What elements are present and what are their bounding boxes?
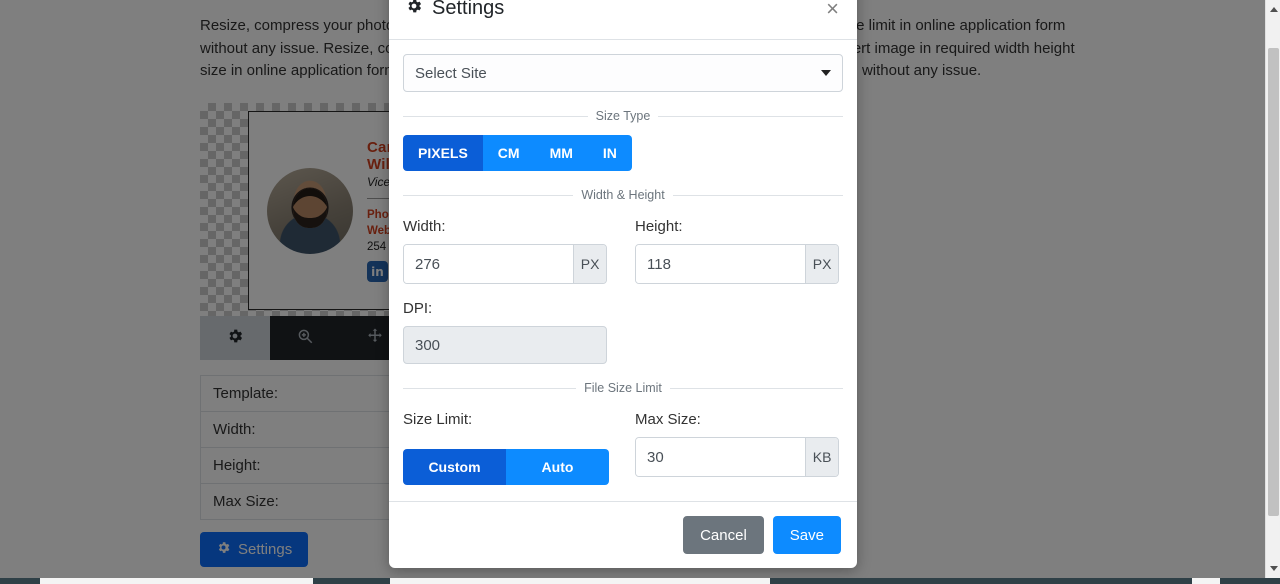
size-type-pixels-button[interactable]: PIXELS — [403, 135, 483, 171]
save-button[interactable]: Save — [773, 516, 841, 554]
scrollbar-thumb[interactable] — [1268, 48, 1279, 516]
height-input[interactable] — [636, 245, 805, 283]
select-site-value: Select Site — [415, 65, 487, 82]
size-limit-label: Size Limit: — [403, 411, 607, 428]
screen: Resize, compress your photo and your Sig… — [0, 0, 1280, 584]
size-limit-custom-button[interactable]: Custom — [403, 449, 506, 485]
scroll-up-icon[interactable] — [1266, 2, 1280, 17]
width-input-group: PX — [403, 244, 607, 284]
size-type-mm-button[interactable]: MM — [535, 135, 588, 171]
size-type-segmented-control: PIXELS CM MM IN — [403, 135, 632, 171]
max-size-unit-addon: KB — [805, 438, 838, 476]
modal-body: Select Site Size Type PIXELS CM MM IN Wi… — [389, 40, 857, 501]
gear-icon — [405, 0, 423, 21]
scroll-down-icon[interactable] — [1266, 561, 1280, 576]
vertical-scrollbar[interactable] — [1265, 0, 1280, 578]
max-size-field-group: Max Size: KB — [635, 411, 839, 485]
bottom-chrome-bar — [0, 578, 1280, 584]
size-type-legend: Size Type — [588, 109, 659, 123]
size-type-cm-button[interactable]: CM — [483, 135, 535, 171]
width-height-section: Width & Height Width: PX Height: PX — [403, 195, 843, 364]
close-icon[interactable]: × — [824, 0, 841, 20]
height-field-group: Height: PX — [635, 218, 839, 284]
width-field-group: Width: PX — [403, 218, 607, 284]
file-size-limit-legend: File Size Limit — [576, 381, 670, 395]
modal-header: Settings × — [389, 0, 857, 40]
dpi-input — [403, 326, 607, 364]
dpi-row: DPI: — [403, 300, 843, 364]
width-height-legend: Width & Height — [573, 188, 672, 202]
width-unit-addon: PX — [573, 245, 606, 283]
dpi-label: DPI: — [403, 300, 607, 317]
size-type-section: Size Type PIXELS CM MM IN — [403, 116, 843, 171]
settings-modal: Settings × Select Site Size Type PIXELS … — [389, 0, 857, 568]
max-size-input[interactable] — [636, 438, 805, 476]
dpi-field-group: DPI: — [403, 300, 607, 364]
file-size-limit-section: File Size Limit Size Limit: Custom Auto … — [403, 388, 843, 485]
max-size-label: Max Size: — [635, 411, 839, 428]
height-input-group: PX — [635, 244, 839, 284]
select-site-dropdown[interactable]: Select Site — [403, 54, 843, 92]
cancel-button[interactable]: Cancel — [683, 516, 764, 554]
size-type-in-button[interactable]: IN — [588, 135, 632, 171]
size-limit-auto-button[interactable]: Auto — [506, 449, 609, 485]
modal-footer: Cancel Save — [389, 501, 857, 568]
file-size-row: Size Limit: Custom Auto Max Size: KB — [403, 411, 843, 485]
width-label: Width: — [403, 218, 607, 235]
width-height-row: Width: PX Height: PX — [403, 218, 843, 284]
height-label: Height: — [635, 218, 839, 235]
size-limit-field-group: Size Limit: Custom Auto — [403, 411, 607, 485]
modal-title: Settings — [405, 0, 504, 21]
chevron-down-icon — [821, 70, 831, 76]
modal-title-text: Settings — [432, 0, 504, 20]
width-input[interactable] — [404, 245, 573, 283]
max-size-input-group: KB — [635, 437, 839, 477]
height-unit-addon: PX — [805, 245, 838, 283]
size-limit-segmented-control: Custom Auto — [403, 449, 609, 485]
